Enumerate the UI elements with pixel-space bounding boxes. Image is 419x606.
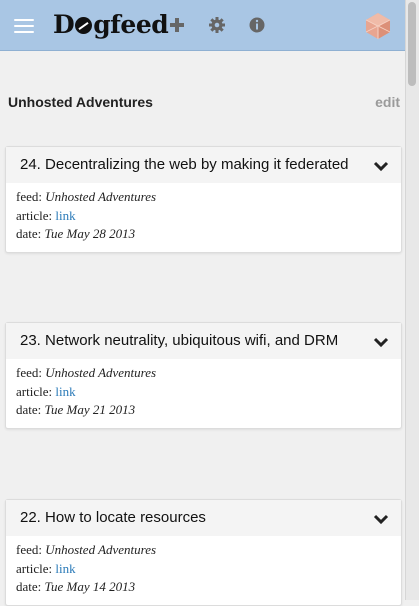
article-label: article:	[16, 207, 53, 223]
article-title: 24. Decentralizing the web by making it …	[20, 156, 349, 173]
date-row: date: Tue May 21 2013	[16, 401, 391, 420]
article-row: article: link	[16, 560, 391, 579]
top-bar: Dgfeed	[0, 0, 405, 51]
article-title: 22. How to locate resources	[20, 509, 206, 526]
chevron-down-icon[interactable]	[373, 336, 389, 348]
feed-row: feed: Unhosted Adventures	[16, 188, 391, 207]
feed-value: Unhosted Adventures	[45, 542, 157, 557]
article-link[interactable]: link	[55, 561, 75, 576]
article-label: article:	[16, 383, 53, 399]
article-header[interactable]: 22. How to locate resources	[6, 500, 401, 536]
feed-header: Unhosted Adventures edit	[8, 94, 400, 114]
date-row: date: Tue May 28 2013	[16, 225, 391, 244]
feed-value: Unhosted Adventures	[45, 189, 157, 204]
menu-icon[interactable]	[14, 19, 34, 33]
article-card: 23. Network neutrality, ubiquitous wifi,…	[5, 322, 402, 429]
feed-label: feed:	[16, 365, 42, 380]
chevron-down-icon[interactable]	[373, 513, 389, 525]
feed-row: feed: Unhosted Adventures	[16, 364, 391, 383]
date-value: Tue May 14 2013	[44, 579, 136, 594]
feed-label: feed:	[16, 189, 42, 204]
article-details: feed: Unhosted Adventures article: link …	[6, 536, 401, 605]
article-details: feed: Unhosted Adventures article: link …	[6, 359, 401, 428]
avatar-cube-icon[interactable]	[364, 12, 392, 40]
date-label: date:	[16, 226, 42, 241]
feed-row: feed: Unhosted Adventures	[16, 541, 391, 560]
article-header[interactable]: 23. Network neutrality, ubiquitous wifi,…	[6, 323, 401, 359]
article-card: 22. How to locate resources feed: Unhost…	[5, 499, 402, 606]
scrollbar-thumb[interactable]	[408, 2, 416, 86]
article-link[interactable]: link	[55, 208, 75, 223]
date-label: date:	[16, 402, 42, 417]
plus-icon[interactable]	[168, 16, 186, 34]
date-label: date:	[16, 579, 42, 594]
info-icon[interactable]	[248, 16, 266, 34]
article-row: article: link	[16, 207, 391, 226]
chevron-down-icon[interactable]	[373, 160, 389, 172]
article-header[interactable]: 24. Decentralizing the web by making it …	[6, 147, 401, 183]
logo-o-icon	[75, 17, 93, 34]
date-row: date: Tue May 14 2013	[16, 578, 391, 597]
app-logo: Dgfeed	[53, 10, 169, 39]
feed-title: Unhosted Adventures	[8, 94, 153, 110]
date-value: Tue May 21 2013	[44, 402, 136, 417]
article-link[interactable]: link	[55, 384, 75, 399]
article-label: article:	[16, 560, 53, 576]
edit-button[interactable]: edit	[375, 94, 400, 110]
article-title: 23. Network neutrality, ubiquitous wifi,…	[20, 332, 339, 349]
feed-value: Unhosted Adventures	[45, 365, 157, 380]
scrollbar[interactable]	[405, 0, 419, 600]
gear-icon[interactable]	[208, 16, 226, 34]
logo-text-end: gfeed	[93, 10, 169, 39]
logo-text-start: D	[53, 10, 75, 39]
article-card: 24. Decentralizing the web by making it …	[5, 146, 402, 253]
article-details: feed: Unhosted Adventures article: link …	[6, 183, 401, 252]
article-row: article: link	[16, 383, 391, 402]
date-value: Tue May 28 2013	[44, 226, 136, 241]
feed-label: feed:	[16, 542, 42, 557]
